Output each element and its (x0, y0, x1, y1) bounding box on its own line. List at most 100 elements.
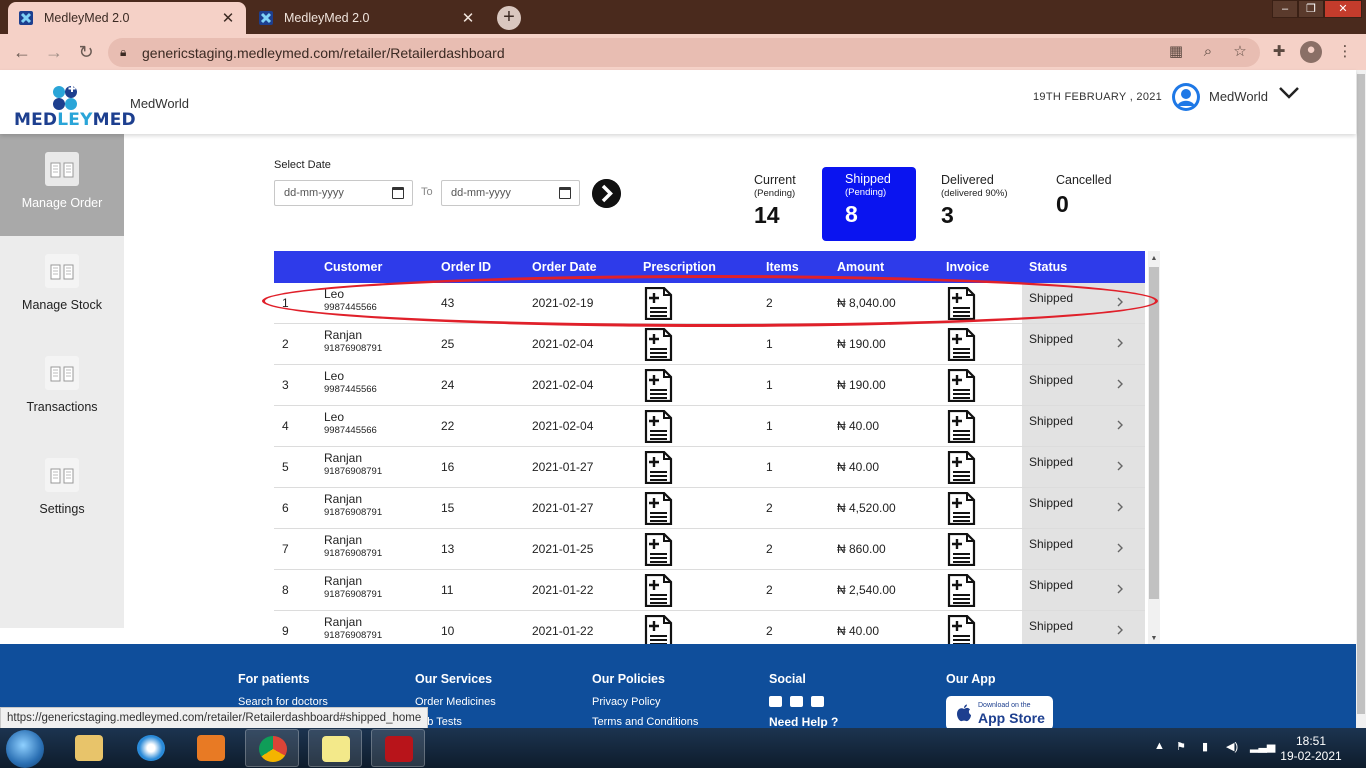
table-row[interactable]: 2 Ranjan 91876908791 25 2021-02-04 1 ₦ 190.00 S… (274, 324, 1145, 365)
user-avatar[interactable] (1172, 83, 1200, 111)
back-arrow-icon[interactable]: ← (12, 42, 32, 62)
battery-icon[interactable]: ▮ (1202, 740, 1208, 753)
media-player-taskbar-button[interactable] (184, 729, 238, 767)
address-bar[interactable]: 🔒︎ genericstaging.medleymed.com/retailer… (108, 38, 1260, 67)
calendar-icon[interactable] (392, 187, 404, 199)
sidebar-item-manage-order[interactable]: Manage Order (0, 134, 124, 236)
page-scroll-thumb[interactable] (1357, 74, 1365, 714)
restore-window-icon[interactable]: ❐ (1298, 0, 1324, 18)
counter-delivered[interactable]: Delivered (delivered 90%) 3 (941, 167, 1031, 241)
medleymed-logo-text[interactable]: MEDLEYMED (14, 110, 136, 130)
counter-cancelled[interactable]: Cancelled 0 (1056, 167, 1136, 241)
chevron-right-icon[interactable] (1116, 379, 1124, 389)
footer-link[interactable]: Privacy Policy (592, 696, 698, 708)
prescription-document-icon[interactable] (643, 286, 673, 321)
customer-phone: 9987445566 (324, 425, 377, 436)
prescription-document-icon[interactable] (643, 327, 673, 362)
show-hidden-icons[interactable]: ▲ (1154, 740, 1165, 752)
phone-icon[interactable] (790, 696, 803, 707)
table-row[interactable]: 9 Ranjan 91876908791 10 2021-01-22 2 ₦ 40.00 Sh… (274, 611, 1145, 644)
sidebar-item-settings[interactable]: Settings (0, 440, 124, 542)
sidebar-item-manage-stock[interactable]: Manage Stock (0, 236, 124, 338)
chevron-right-icon[interactable] (1116, 297, 1124, 307)
invoice-document-icon[interactable] (946, 409, 976, 444)
medleymed-logo-icon[interactable] (50, 84, 80, 112)
prescription-document-icon[interactable] (643, 368, 673, 403)
go-arrow-button[interactable] (592, 179, 621, 208)
close-tab-icon[interactable]: ✕ (460, 9, 476, 27)
ie-taskbar-button[interactable] (124, 729, 178, 767)
counter-current[interactable]: Current (Pending) 14 (754, 167, 824, 241)
close-window-icon[interactable]: ✕ (1324, 0, 1362, 18)
customer-cell: Leo 9987445566 (324, 410, 377, 436)
flag-icon[interactable]: ⚑ (1176, 740, 1186, 753)
bookmark-star-icon[interactable]: ☆ (1231, 43, 1249, 61)
facebook-icon[interactable] (769, 696, 782, 707)
sidebar-item-label: Manage Stock (22, 298, 102, 312)
prescription-document-icon[interactable] (643, 450, 673, 485)
table-row[interactable]: 4 Leo 9987445566 22 2021-02-04 1 ₦ 40.00 Shippe… (274, 406, 1145, 447)
sticky-notes-taskbar-button[interactable] (308, 729, 362, 767)
table-row[interactable]: 8 Ranjan 91876908791 11 2021-01-22 2 ₦ 2,540.0… (274, 570, 1145, 611)
network-signal-icon[interactable]: ▂▃▅ (1250, 740, 1275, 753)
chevron-right-icon[interactable] (1116, 584, 1124, 594)
invoice-document-icon[interactable] (946, 614, 976, 644)
table-row[interactable]: 5 Ranjan 91876908791 16 2021-01-27 1 ₦ 40.00 Sh… (274, 447, 1145, 488)
scroll-thumb[interactable] (1149, 267, 1159, 599)
invoice-document-icon[interactable] (946, 286, 976, 321)
chevron-right-icon[interactable] (1116, 461, 1124, 471)
browser-tab-2[interactable]: MedleyMed 2.0 ✕ (248, 2, 486, 34)
browser-menu-icon[interactable]: ⋮ (1336, 43, 1354, 61)
prescription-document-icon[interactable] (643, 409, 673, 444)
chrome-taskbar-button[interactable] (245, 729, 299, 767)
pdf-reader-taskbar-button[interactable] (371, 729, 425, 767)
chevron-right-icon[interactable] (1116, 543, 1124, 553)
counter-shipped[interactable]: Shipped (Pending) 8 (822, 167, 916, 241)
prescription-document-icon[interactable] (643, 491, 673, 526)
invoice-document-icon[interactable] (946, 532, 976, 567)
invoice-document-icon[interactable] (946, 368, 976, 403)
reload-icon[interactable]: ↻ (76, 42, 96, 62)
zoom-icon[interactable]: ⌕ (1199, 43, 1217, 61)
calendar-icon[interactable] (559, 187, 571, 199)
table-row[interactable]: 7 Ranjan 91876908791 13 2021-01-25 2 ₦ 860.00 S… (274, 529, 1145, 570)
new-tab-button[interactable]: + (497, 6, 521, 30)
forward-arrow-icon[interactable]: → (44, 42, 64, 62)
youtube-icon[interactable] (811, 696, 824, 707)
header-username[interactable]: MedWorld (1209, 89, 1268, 104)
from-date-input[interactable]: dd-mm-yyyy (274, 180, 413, 206)
invoice-document-icon[interactable] (946, 450, 976, 485)
chevron-right-icon[interactable] (1116, 502, 1124, 512)
footer-link[interactable]: Terms and Conditions (592, 716, 698, 728)
prescription-document-icon[interactable] (643, 532, 673, 567)
explorer-taskbar-button[interactable] (62, 729, 116, 767)
taskbar-clock[interactable]: 18:51 19-02-2021 (1276, 734, 1346, 764)
chevron-right-icon[interactable] (1116, 625, 1124, 635)
minimize-window-icon[interactable]: – (1272, 0, 1298, 18)
app-store-button[interactable]: Download on the App Store (946, 696, 1053, 730)
chevron-right-icon[interactable] (1116, 338, 1124, 348)
profile-icon[interactable]: ● (1300, 41, 1322, 63)
to-date-input[interactable]: dd-mm-yyyy (441, 180, 580, 206)
scroll-up-icon[interactable]: ▲ (1150, 255, 1158, 263)
invoice-document-icon[interactable] (946, 573, 976, 608)
chevron-right-icon[interactable] (1116, 420, 1124, 430)
table-row[interactable]: 1 Leo 9987445566 43 2021-02-19 2 ₦ 8,040.00 Shi… (274, 283, 1145, 324)
apps-grid-icon[interactable]: ▦ (1167, 43, 1185, 61)
table-row[interactable]: 3 Leo 9987445566 24 2021-02-04 1 ₦ 190.00 Shipp… (274, 365, 1145, 406)
chevron-down-icon[interactable] (1278, 86, 1300, 100)
sidebar-item-transactions[interactable]: Transactions (0, 338, 124, 440)
invoice-document-icon[interactable] (946, 327, 976, 362)
volume-icon[interactable]: ◀) (1226, 740, 1238, 753)
page-scrollbar[interactable] (1356, 70, 1366, 728)
close-tab-icon[interactable]: ✕ (220, 9, 236, 27)
start-button[interactable] (6, 730, 44, 768)
extensions-puzzle-icon[interactable]: ✚ (1270, 43, 1288, 61)
prescription-document-icon[interactable] (643, 614, 673, 644)
browser-tab-1[interactable]: MedleyMed 2.0 ✕ (8, 2, 246, 34)
invoice-document-icon[interactable] (946, 491, 976, 526)
table-row[interactable]: 6 Ranjan 91876908791 15 2021-01-27 2 ₦ 4,520.0… (274, 488, 1145, 529)
table-scrollbar[interactable]: ▲ ▼ (1148, 251, 1160, 644)
scroll-down-icon[interactable]: ▼ (1150, 635, 1158, 643)
prescription-document-icon[interactable] (643, 573, 673, 608)
